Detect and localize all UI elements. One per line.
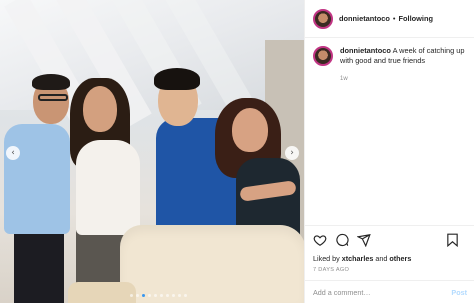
liked-by-prefix: Liked by [313, 254, 340, 263]
caption-username[interactable]: donnietantoco [340, 46, 391, 55]
carousel-dot [172, 294, 175, 297]
carousel-next-button[interactable]: › [285, 146, 299, 160]
armchair-arm [68, 282, 136, 303]
person-2-head [83, 86, 117, 132]
post-date[interactable]: 7 DAYS AGO [313, 267, 467, 273]
person-4-head [232, 108, 268, 152]
action-bar [313, 232, 467, 248]
person-3-hair [154, 68, 200, 90]
liked-by-joiner: and [375, 254, 388, 263]
carousel-dot [148, 294, 151, 297]
caption: donnietantoco A week of catching up with… [305, 38, 474, 84]
carousel-dots [130, 294, 187, 297]
person-2-top [76, 140, 140, 235]
person-1-glasses [38, 94, 68, 101]
armchair [120, 225, 304, 303]
post-comment-button[interactable]: Post [451, 288, 467, 297]
person-1-legs [14, 228, 64, 303]
save-button[interactable] [446, 233, 459, 247]
carousel-dot [166, 294, 169, 297]
post-header: donnietantoco • Following [305, 0, 474, 38]
liked-by-others[interactable]: others [389, 254, 411, 263]
carousel-dot [184, 294, 187, 297]
bookmark-icon [447, 233, 458, 247]
carousel-prev-button[interactable]: ‹ [6, 146, 20, 160]
avatar[interactable] [313, 8, 333, 29]
liked-by-user[interactable]: xtcharles [342, 254, 374, 263]
header-separator: • [392, 14, 396, 23]
share-icon [357, 234, 371, 247]
caption-body: donnietantoco A week of catching up with… [340, 46, 466, 84]
following-button[interactable]: Following [399, 14, 433, 23]
person-1-shirt [4, 124, 70, 234]
carousel-dot [178, 294, 181, 297]
post-sidebar: donnietantoco • Following donnietantoco … [304, 0, 474, 303]
heart-icon [313, 235, 327, 246]
likes-summary: Liked by xtcharles and others [313, 254, 467, 263]
comment-icon [336, 233, 349, 247]
caption-timestamp[interactable]: 1w [340, 74, 466, 84]
chevron-left-icon: ‹ [11, 148, 15, 158]
caption-avatar[interactable] [313, 46, 333, 66]
carousel-dot [130, 294, 133, 297]
comment-input[interactable] [313, 287, 452, 297]
person-1-hair [32, 74, 70, 90]
carousel-dot [154, 294, 157, 297]
carousel-dot [142, 294, 145, 297]
comment-button[interactable] [335, 233, 349, 247]
share-button[interactable] [357, 233, 371, 247]
carousel-dot [136, 294, 139, 297]
post-photo[interactable]: ‹ › [0, 0, 304, 303]
header-username[interactable]: donnietantoco [339, 14, 390, 23]
carousel-dot [160, 294, 163, 297]
action-section: Liked by xtcharles and others 7 DAYS AGO [305, 225, 474, 273]
comment-bar: Post [305, 280, 474, 303]
chevron-right-icon: › [290, 148, 294, 158]
like-button[interactable] [313, 233, 327, 247]
